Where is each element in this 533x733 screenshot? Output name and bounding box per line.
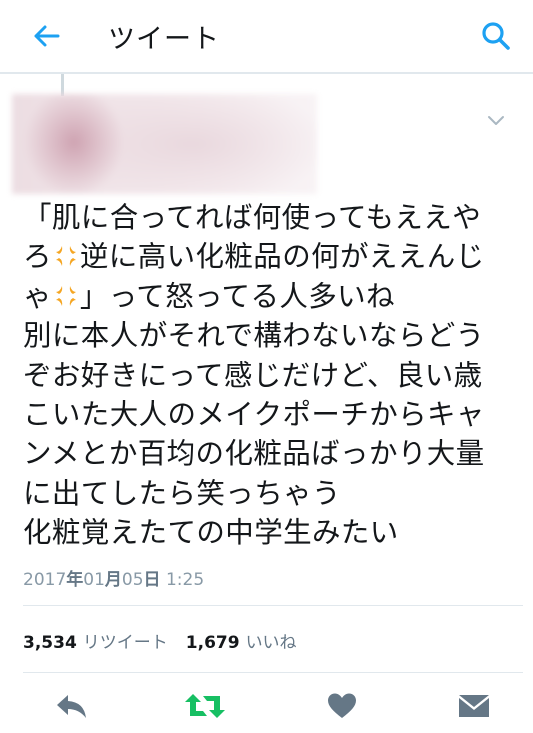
top-app-bar: ツイート	[0, 0, 533, 74]
timestamp-year: 2017	[23, 570, 67, 590]
tweet-text: 「肌に合ってれば何使ってもええや ろ 逆に高い化粧品の何がええんじ ゃ 」って怒…	[23, 198, 523, 553]
text-segment: 逆に高い化粧品の何がええんじ	[79, 240, 485, 274]
retweet-count: 3,534	[23, 633, 77, 653]
timestamp-time: 1:25	[165, 570, 205, 590]
divider	[23, 605, 523, 606]
retweet-stat[interactable]: 3,534 リツイート	[23, 633, 168, 653]
text-segment: 」って怒ってる人多いね	[79, 279, 395, 313]
tweet-text-line: 「肌に合ってれば何使ってもええや	[23, 201, 482, 234]
tweet-stats: 3,534 リツイート 1,679 いいね	[23, 628, 297, 653]
reply-icon	[57, 695, 86, 718]
timestamp-day: 05	[121, 570, 144, 590]
anger-symbol-icon	[55, 285, 76, 306]
reply-button[interactable]	[55, 692, 89, 722]
retweet-icon	[185, 694, 225, 718]
tweet-text-line: ゃ 」って怒ってる人多いね	[23, 277, 523, 316]
timestamp-day-unit: 日	[143, 570, 161, 590]
arrow-left-icon[interactable]	[32, 22, 60, 50]
thread-connector-line	[61, 74, 64, 96]
text-segment: ゃ	[23, 279, 52, 313]
retweet-button[interactable]	[183, 692, 227, 722]
retweet-label: リツイート	[82, 633, 168, 653]
chevron-down-icon[interactable]	[486, 112, 506, 128]
direct-message-button[interactable]	[458, 692, 490, 722]
heart-icon	[328, 693, 356, 718]
timestamp-month: 01	[83, 570, 105, 590]
anger-symbol-icon	[55, 246, 76, 267]
tweet-timestamp: 2017年01月05日 1:25	[23, 565, 204, 590]
text-segment: ろ	[23, 240, 52, 274]
timestamp-year-unit: 年	[66, 570, 84, 590]
like-stat[interactable]: 1,679 いいね	[186, 633, 297, 653]
tweet-text-line: ぞお好きにって感じだけど、良い歳	[23, 358, 483, 392]
like-button[interactable]	[327, 692, 357, 722]
tweet-text-line: ンメとか百均の化粧品ばっかり大量	[23, 437, 485, 471]
tweet-text-line: 別に本人がそれで構わないならどう	[23, 319, 485, 353]
search-icon[interactable]	[480, 20, 512, 52]
envelope-icon	[459, 695, 489, 717]
author-info-blurred	[12, 94, 317, 194]
timestamp-month-unit: 月	[104, 570, 122, 590]
tweet-text-line: に出てしたら笑っちゃう	[23, 476, 341, 510]
page-title: ツイート	[108, 24, 220, 55]
divider	[23, 672, 523, 673]
tweet-text-line: こいた大人のメイクポーチからキャ	[23, 398, 485, 432]
like-count: 1,679	[185, 633, 240, 653]
tweet-text-line: ろ 逆に高い化粧品の何がええんじ	[23, 237, 523, 276]
tweet-text-line: 化粧覚えたての中学生みたい	[23, 516, 399, 550]
like-label: いいね	[245, 633, 297, 653]
